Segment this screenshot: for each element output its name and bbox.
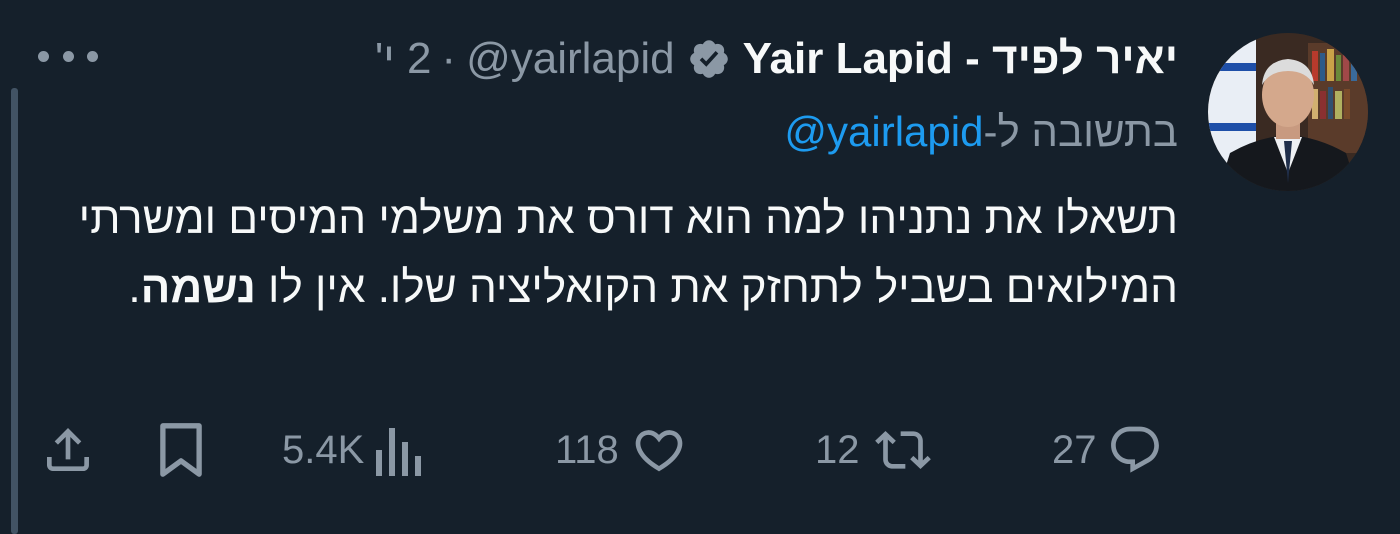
tweet-text: תשאלו את נתניהו למה הוא דורס את משלמי המ… xyxy=(28,184,1178,322)
tweet[interactable]: Yair Lapid - יאיר לפיד @yairlapid · 2 י'… xyxy=(0,0,1400,534)
like-button[interactable]: 118 xyxy=(555,410,689,490)
reply-count: 27 xyxy=(1052,427,1097,472)
share-icon xyxy=(40,422,96,478)
reply-button[interactable]: 27 xyxy=(1052,410,1163,490)
author-name[interactable]: Yair Lapid - יאיר לפיד xyxy=(743,34,1178,84)
action-bar: 27 12 118 5.4K xyxy=(0,410,1400,490)
reply-context: בתשובה ל- @yairlapid xyxy=(784,104,1178,160)
tweet-text-end: . xyxy=(128,263,141,312)
reply-prefix: בתשובה ל- xyxy=(983,108,1178,155)
timestamp[interactable]: 2 י' xyxy=(375,34,432,84)
separator-dot: · xyxy=(441,34,457,83)
like-count: 118 xyxy=(555,427,619,472)
repost-count: 12 xyxy=(815,427,860,472)
analytics-icon xyxy=(374,422,422,478)
reply-mention-link[interactable]: @yairlapid xyxy=(784,108,983,156)
heart-icon xyxy=(629,422,689,478)
reply-icon xyxy=(1107,422,1163,478)
tweet-header: Yair Lapid - יאיר לפיד @yairlapid · 2 י' xyxy=(375,30,1178,88)
share-button[interactable] xyxy=(40,410,96,490)
repost-button[interactable]: 12 xyxy=(815,410,936,490)
verified-badge-icon xyxy=(687,37,731,81)
bookmark-button[interactable] xyxy=(156,410,206,490)
avatar[interactable] xyxy=(1208,33,1368,191)
views-button[interactable]: 5.4K xyxy=(282,410,422,490)
bookmark-icon xyxy=(156,421,206,479)
tweet-text-bold: נשמה xyxy=(140,263,256,312)
author-handle[interactable]: @yairlapid xyxy=(466,34,675,84)
repost-icon xyxy=(870,422,936,478)
more-options-icon[interactable] xyxy=(38,36,98,76)
view-count: 5.4K xyxy=(282,427,365,472)
